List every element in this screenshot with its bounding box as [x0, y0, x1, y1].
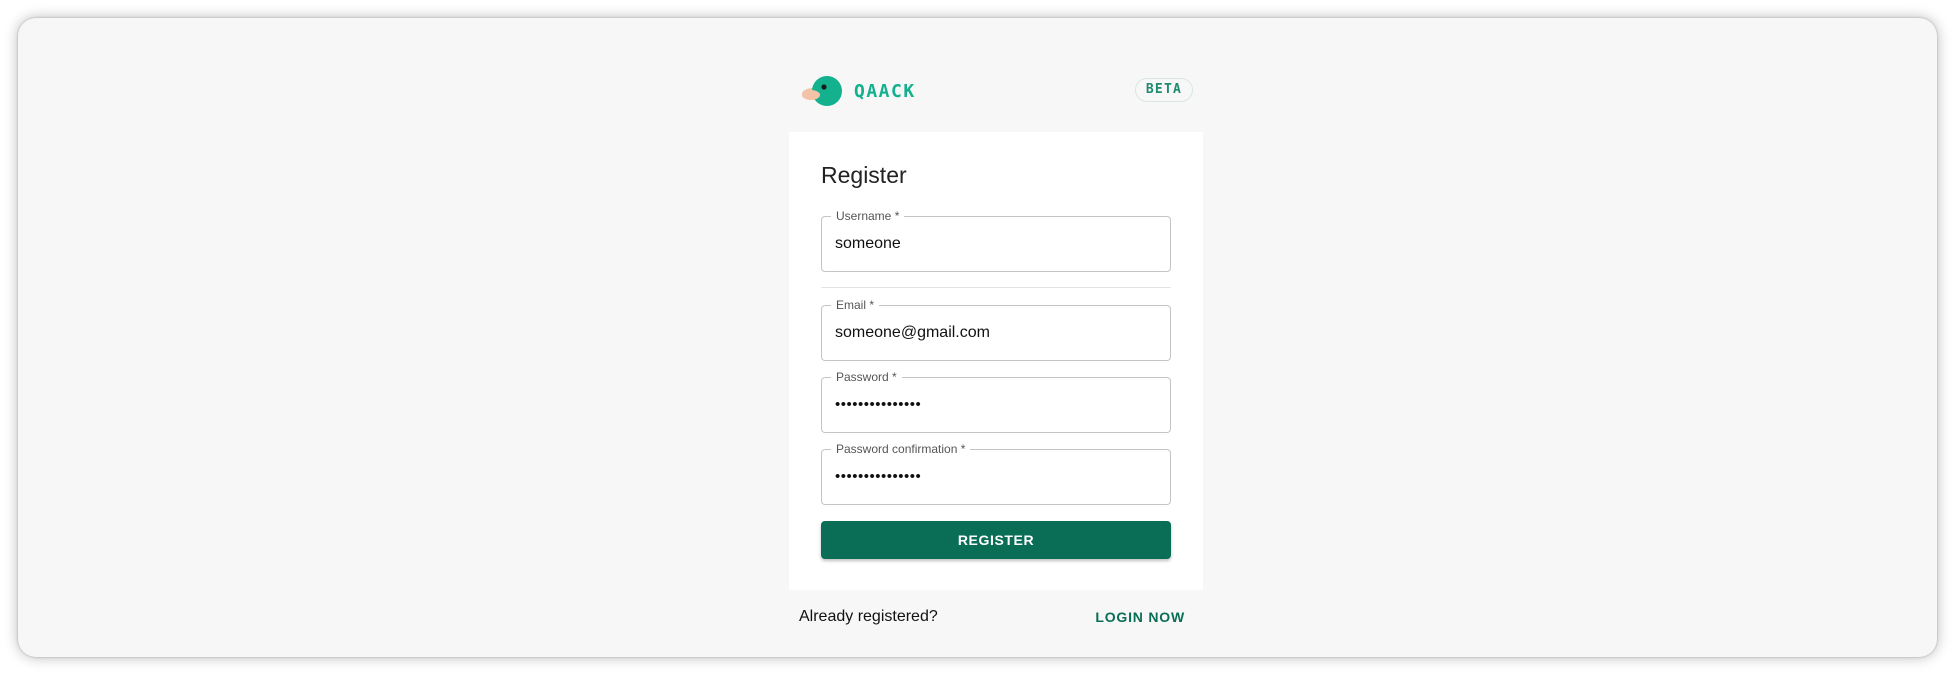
already-registered-text: Already registered?	[799, 608, 938, 625]
email-field[interactable]: Email *	[821, 298, 1171, 361]
page-title: Register	[821, 162, 907, 188]
header: QAACK BETA	[801, 72, 1193, 110]
login-now-link[interactable]: LOGIN NOW	[1095, 609, 1185, 625]
brand-logo[interactable]: QAACK	[801, 74, 916, 108]
email-input[interactable]	[835, 306, 1160, 360]
brand-name: QAACK	[854, 80, 916, 102]
beta-badge: BETA	[1134, 78, 1193, 102]
duck-icon	[802, 76, 842, 106]
username-field[interactable]: Username *	[821, 209, 1171, 272]
password-confirmation-field[interactable]: Password confirmation *	[821, 442, 1171, 505]
password-confirmation-input[interactable]	[835, 450, 1160, 504]
register-card: Register Username * Email * Password * P…	[789, 132, 1203, 590]
register-button[interactable]: REGISTER	[821, 521, 1171, 559]
password-field[interactable]: Password *	[821, 370, 1171, 433]
app-window: QAACK BETA Register Username * Email * P…	[18, 18, 1937, 657]
login-prompt: Already registered? LOGIN NOW	[799, 606, 1191, 630]
username-input[interactable]	[835, 217, 1160, 271]
password-input[interactable]	[835, 378, 1160, 432]
divider	[821, 287, 1171, 288]
